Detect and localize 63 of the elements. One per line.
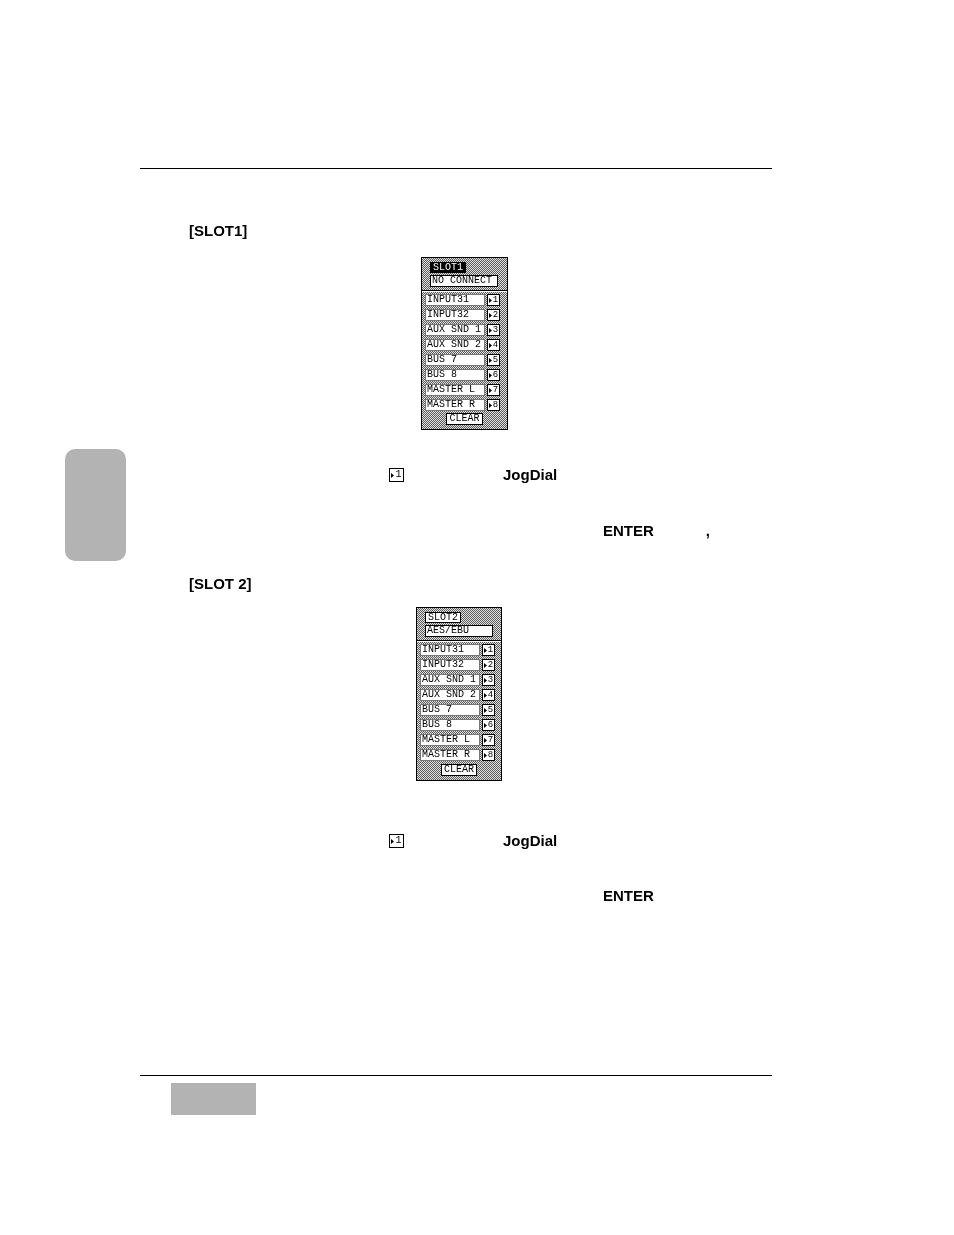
play-icon (483, 752, 487, 758)
slot-title[interactable]: SLOT1 (430, 262, 466, 273)
output-name-field: BUS 8 (420, 719, 480, 731)
play-icon (488, 402, 492, 408)
section-heading: [SLOT1] (189, 223, 248, 239)
assign-button[interactable]: 7 (487, 384, 500, 396)
output-name-field: MASTER R (420, 749, 480, 761)
control-name: JogDial (503, 833, 558, 849)
play-icon (483, 647, 487, 653)
clear-button[interactable]: CLEAR (446, 413, 483, 425)
output-name-field: AUX SND 1 (420, 674, 480, 686)
assign-button[interactable]: 5 (487, 354, 500, 366)
play-icon (488, 387, 492, 393)
play-icon (483, 692, 487, 698)
play-icon (488, 372, 492, 378)
play-icon (483, 677, 487, 683)
play-icon (483, 722, 487, 728)
assign-button[interactable]: 7 (482, 734, 495, 746)
assign-button[interactable]: 2 (482, 659, 495, 671)
play-icon (483, 662, 487, 668)
punctuation-text: , (705, 523, 710, 539)
play-icon (488, 327, 492, 333)
output-name-field: INPUT32 (420, 659, 480, 671)
play-icon (488, 312, 492, 318)
output-name-field: AUX SND 2 (420, 689, 480, 701)
play-icon (483, 737, 487, 743)
output-name-field: BUS 7 (420, 704, 480, 716)
clear-button[interactable]: CLEAR (441, 764, 477, 776)
key-number: 1 (395, 470, 402, 480)
play-icon (488, 342, 492, 348)
assign-button[interactable]: 1 (487, 294, 500, 306)
output-name-field: BUS 7 (425, 354, 485, 366)
assign-button[interactable]: 1 (482, 644, 495, 656)
assign-button[interactable]: 8 (487, 399, 500, 411)
assign-button[interactable]: 2 (487, 309, 500, 321)
output-name-field: BUS 8 (425, 369, 485, 381)
control-name: ENTER (603, 523, 654, 539)
output-name-field: MASTER L (425, 384, 485, 396)
control-name: JogDial (503, 467, 558, 483)
slot-title[interactable]: SLOT2 (425, 612, 461, 623)
assign-button[interactable]: 4 (487, 339, 500, 351)
assign-button[interactable]: 6 (487, 369, 500, 381)
key-number: 1 (395, 836, 402, 846)
source-field: NO CONNECT (430, 275, 498, 287)
output-name-field: AUX SND 1 (425, 324, 485, 336)
section-heading: [SLOT 2] (189, 576, 252, 592)
assign-button[interactable]: 3 (487, 324, 500, 336)
assign-button[interactable]: 8 (482, 749, 495, 761)
output-name-field: MASTER R (425, 399, 485, 411)
source-field: AES/EBU (425, 625, 493, 637)
output-name-field: INPUT31 (425, 294, 485, 306)
play-icon (488, 297, 492, 303)
assign-button[interactable]: 3 (482, 674, 495, 686)
output-name-field: AUX SND 2 (425, 339, 485, 351)
play-icon (483, 707, 487, 713)
output-name-field: MASTER L (420, 734, 480, 746)
output-name-field: INPUT31 (420, 644, 480, 656)
assign-button[interactable]: 5 (482, 704, 495, 716)
assign-button[interactable]: 6 (482, 719, 495, 731)
assign-button[interactable]: 4 (482, 689, 495, 701)
control-name: ENTER (603, 888, 654, 904)
play-icon (488, 357, 492, 363)
output-name-field: INPUT32 (425, 309, 485, 321)
